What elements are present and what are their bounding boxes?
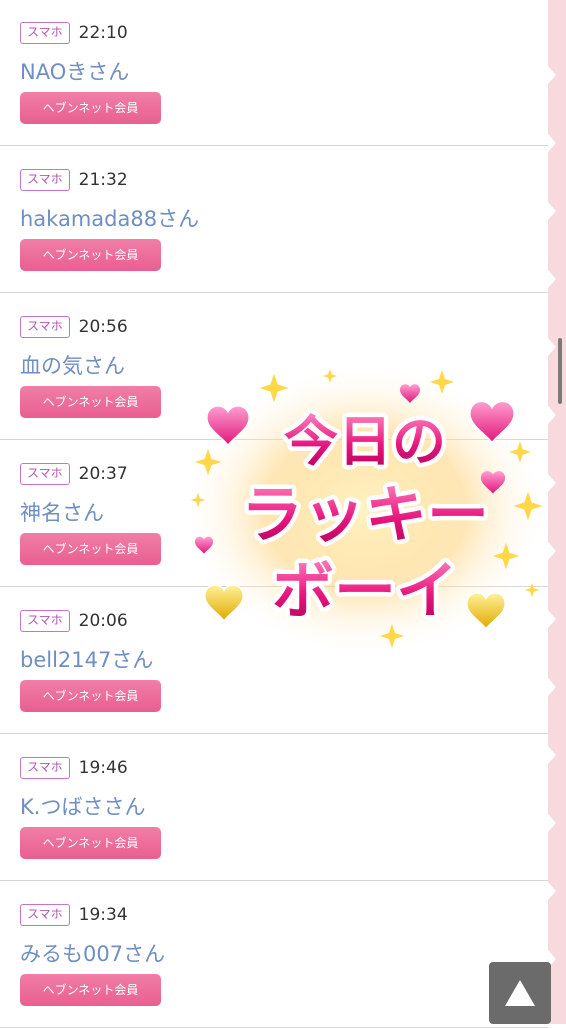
side-decoration-strip [548,0,566,1024]
page-top-button[interactable] [489,962,551,1024]
device-badge: スマホ [20,316,70,338]
visitor-name-link[interactable]: K.つばささん [20,791,145,821]
visitor-name-link[interactable]: 血の気さん [20,350,125,380]
stamp-line-3: ボーイ [272,554,458,627]
visitor-name-link[interactable]: bell2147さん [20,644,153,674]
stamp-line-1: 今日の [284,410,446,473]
member-badge: ヘブンネット会員 [20,239,161,271]
list-item: スマホ 19:34 みるも007さん ヘブンネット会員 [0,882,548,1028]
entry-meta: スマホ 21:32 [20,169,128,191]
member-badge: ヘブンネット会員 [20,533,161,565]
list-item: スマホ 22:10 NAOきさん ヘブンネット会員 [0,0,548,146]
visitor-name-link[interactable]: 神名さん [20,497,104,527]
member-badge: ヘブンネット会員 [20,827,161,859]
device-badge: スマホ [20,610,70,632]
entry-meta: スマホ 19:46 [20,757,128,779]
entry-meta: スマホ 20:37 [20,463,128,485]
triangle-up-icon [505,980,535,1006]
stamp-line-2: ラッキー [241,478,489,551]
member-badge: ヘブンネット会員 [20,974,161,1006]
list-item: スマホ 21:32 hakamada88さん ヘブンネット会員 [0,147,548,293]
visitor-name-link[interactable]: NAOきさん [20,56,129,86]
device-badge: スマホ [20,904,70,926]
visit-time: 22:10 [78,23,128,43]
visit-time: 19:46 [78,758,128,778]
entry-meta: スマホ 20:06 [20,610,128,632]
device-badge: スマホ [20,22,70,44]
member-badge: ヘブンネット会員 [20,386,161,418]
visit-time: 20:37 [78,464,128,484]
visit-time: 20:56 [78,317,128,337]
list-item: スマホ 19:46 K.つばささん ヘブンネット会員 [0,735,548,881]
entry-meta: スマホ 19:34 [20,904,128,926]
device-badge: スマホ [20,169,70,191]
scrollbar-thumb[interactable] [558,338,562,404]
visit-time: 21:32 [78,170,128,190]
visit-time: 20:06 [78,611,128,631]
device-badge: スマホ [20,757,70,779]
visit-time: 19:34 [78,905,128,925]
lucky-boy-stamp: 今日の ラッキー ボーイ [180,362,550,658]
device-badge: スマホ [20,463,70,485]
member-badge: ヘブンネット会員 [20,92,161,124]
visitor-name-link[interactable]: みるも007さん [20,938,165,968]
visitor-name-link[interactable]: hakamada88さん [20,203,199,233]
member-badge: ヘブンネット会員 [20,680,161,712]
entry-meta: スマホ 20:56 [20,316,128,338]
entry-meta: スマホ 22:10 [20,22,128,44]
